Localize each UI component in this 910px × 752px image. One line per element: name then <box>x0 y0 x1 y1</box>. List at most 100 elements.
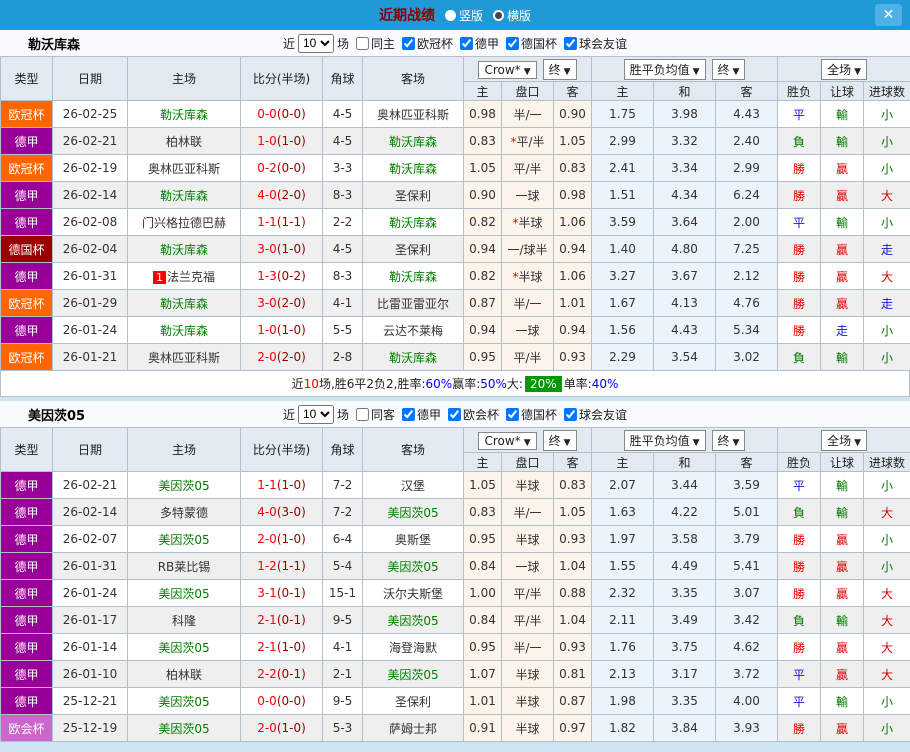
horizontal-layout-radio[interactable] <box>493 10 504 21</box>
match-date: 25-12-21 <box>53 688 128 715</box>
home-team: 柏林联 <box>128 128 241 155</box>
competition-2-checkbox[interactable] <box>506 37 519 50</box>
table-row: 德甲26-01-24勒沃库森1-0(1-0)5-5云达不莱梅0.94一球0.94… <box>1 317 910 344</box>
home-team-name: 美因茨05 <box>158 479 209 493</box>
home-team: 美因茨05 <box>128 526 241 553</box>
final-odds-dropdown[interactable]: 终▼ <box>543 59 577 80</box>
avg-home-odds: 2.29 <box>592 344 654 371</box>
wdl-average-dropdown[interactable]: 胜平负均值▼ <box>624 59 706 80</box>
vertical-layout-radio[interactable] <box>445 10 456 21</box>
competition-1-label[interactable]: 德甲 <box>475 35 499 52</box>
competition-3-label[interactable]: 球会友谊 <box>579 35 627 52</box>
avg-home-odds: 2.32 <box>592 580 654 607</box>
result-goals: 小 <box>864 344 910 371</box>
full-match-dropdown[interactable]: 全场▼ <box>821 59 867 80</box>
result-goals: 小 <box>864 128 910 155</box>
near-count-select[interactable]: 10 <box>298 34 334 53</box>
wdl-average-dropdown[interactable]: 胜平负均值▼ <box>624 430 706 451</box>
competition-1-label[interactable]: 欧会杯 <box>463 406 499 423</box>
handicap-text: 半球 <box>518 270 542 284</box>
competition-3-checkbox[interactable] <box>564 408 577 421</box>
type-badge: 德甲 <box>1 580 53 607</box>
home-team-name: 奥林匹亚科斯 <box>148 351 220 365</box>
chevron-down-icon: ▼ <box>693 67 700 77</box>
crow-handicap: 半/一 <box>502 290 554 317</box>
crow-source-dropdown[interactable]: Crow*▼ <box>478 432 536 450</box>
away-team: 美因茨05 <box>363 607 464 634</box>
same-venue-checkbox[interactable] <box>356 37 369 50</box>
full-match-dropdown[interactable]: 全场▼ <box>821 430 867 451</box>
vertical-layout-label[interactable]: 竖版 <box>459 7 483 24</box>
type-badge: 德甲 <box>1 526 53 553</box>
home-team-name: 勒沃库森 <box>160 243 208 257</box>
final-odds-dropdown[interactable]: 终▼ <box>543 430 577 451</box>
competition-3-checkbox[interactable] <box>564 37 577 50</box>
sub-avg-draw: 和 <box>654 82 716 101</box>
sub-avg-away: 客 <box>716 82 778 101</box>
near-count-select[interactable]: 10 <box>298 405 334 424</box>
away-team: 勒沃库森 <box>363 263 464 290</box>
summary-segment: 大: <box>507 375 523 392</box>
type-badge: 德国杯 <box>1 236 53 263</box>
table-row: 德甲26-02-21柏林联1-0(1-0)4-5勒沃库森0.83*平/半1.05… <box>1 128 910 155</box>
col-score: 比分(半场) <box>241 57 323 101</box>
halftime-score: (1-0) <box>277 478 306 492</box>
table-row: 德甲25-12-21美因茨050-0(0-0)9-5圣保利1.01半球0.871… <box>1 688 910 715</box>
fulltime-score: 4-0 <box>257 505 277 519</box>
near-label: 近 <box>283 35 295 52</box>
competition-1-checkbox[interactable] <box>448 408 461 421</box>
home-team-name: 勒沃库森 <box>160 297 208 311</box>
home-team: RB莱比锡 <box>128 553 241 580</box>
same-venue-label[interactable]: 同客 <box>371 406 395 423</box>
avg-draw-odds: 4.34 <box>654 182 716 209</box>
type-badge: 德甲 <box>1 634 53 661</box>
corner-count: 7-2 <box>323 499 363 526</box>
away-team: 美因茨05 <box>363 661 464 688</box>
corner-count: 15-1 <box>323 580 363 607</box>
competition-2-checkbox[interactable] <box>506 408 519 421</box>
chevron-down-icon: ▼ <box>524 67 531 77</box>
same-venue-label[interactable]: 同主 <box>371 35 395 52</box>
home-team-name: 勒沃库森 <box>160 189 208 203</box>
result-handicap: 贏 <box>821 526 864 553</box>
final-odds-dropdown-2[interactable]: 终▼ <box>712 59 746 80</box>
away-team: 萨姆士邦 <box>363 715 464 742</box>
horizontal-layout-label[interactable]: 横版 <box>507 7 531 24</box>
competition-0-label[interactable]: 欧冠杯 <box>417 35 453 52</box>
table-row: 德甲26-02-14多特蒙德4-0(3-0)7-2美因茨050.83半/一1.0… <box>1 499 910 526</box>
crow-home-odds: 0.90 <box>464 182 502 209</box>
crow-handicap: 平/半 <box>502 155 554 182</box>
type-badge: 德甲 <box>1 128 53 155</box>
avg-draw-odds: 3.49 <box>654 607 716 634</box>
competition-0-checkbox[interactable] <box>402 408 415 421</box>
home-team-name: 美因茨05 <box>158 722 209 736</box>
competition-1-checkbox[interactable] <box>460 37 473 50</box>
result-handicap: 贏 <box>821 290 864 317</box>
match-score: 1-3(0-2) <box>241 263 323 290</box>
competition-2-label[interactable]: 德国杯 <box>521 35 557 52</box>
crow-source-dropdown[interactable]: Crow* ▼ <box>478 61 536 79</box>
result-handicap: 輸 <box>821 101 864 128</box>
match-date: 26-01-14 <box>53 634 128 661</box>
avg-draw-odds: 4.43 <box>654 317 716 344</box>
handicap-text: 半球 <box>515 695 539 709</box>
sub-crow-handicap: 盘口 <box>502 453 554 472</box>
same-venue-checkbox[interactable] <box>356 408 369 421</box>
home-team: 多特蒙德 <box>128 499 241 526</box>
close-button[interactable]: ✕ <box>875 4 902 26</box>
competition-3-label[interactable]: 球会友谊 <box>579 406 627 423</box>
match-score: 0-2(0-0) <box>241 155 323 182</box>
crow-handicap: 半球 <box>502 472 554 499</box>
final-odds-dropdown-2[interactable]: 终▼ <box>712 430 746 451</box>
competition-0-checkbox[interactable] <box>402 37 415 50</box>
competition-0-label[interactable]: 德甲 <box>417 406 441 423</box>
title-bar: 近期战绩 竖版 横版 ✕ <box>0 0 910 30</box>
home-team-name: 多特蒙德 <box>160 506 208 520</box>
away-team: 圣保利 <box>363 688 464 715</box>
competition-2-label[interactable]: 德国杯 <box>521 406 557 423</box>
crow-source-dropdown-value: Crow* <box>484 63 520 77</box>
result-win-loss: 平 <box>778 688 821 715</box>
match-score: 1-2(1-1) <box>241 553 323 580</box>
match-score: 2-0(1-0) <box>241 715 323 742</box>
match-date: 26-02-07 <box>53 526 128 553</box>
